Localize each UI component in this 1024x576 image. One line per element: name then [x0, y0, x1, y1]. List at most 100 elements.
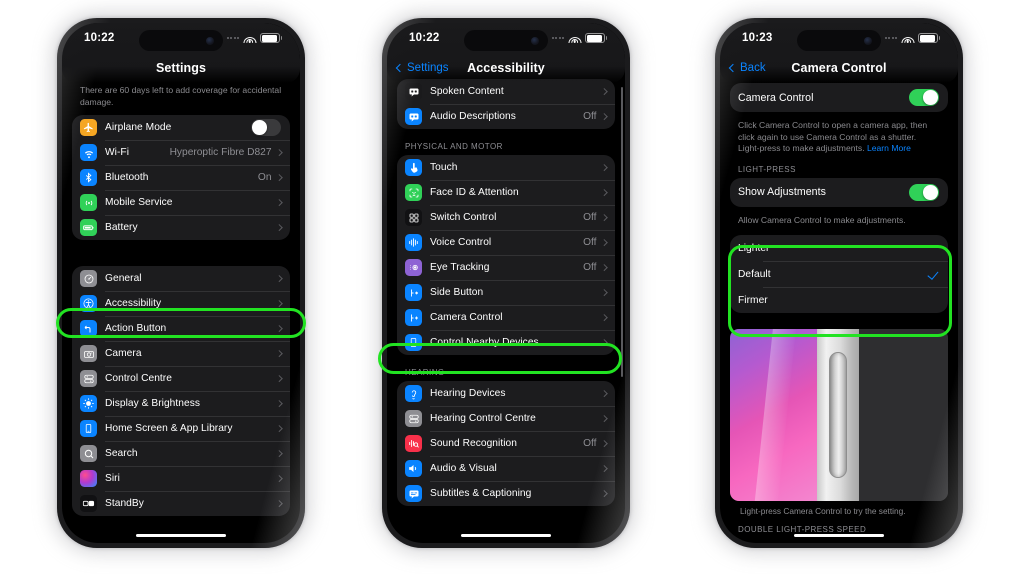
settings-row-airplane-mode[interactable]: Airplane Mode: [72, 115, 290, 140]
camera-control-toggle[interactable]: [909, 88, 939, 107]
camera-control-scroll-content[interactable]: Camera Control Click Camera Control to o…: [720, 23, 958, 543]
pressure-option-lighter[interactable]: Lighter: [730, 235, 948, 261]
general-gear-icon: [80, 270, 97, 288]
coverage-banner: There are 60 days left to add coverage f…: [80, 85, 282, 107]
section-header-double-light-press-speed: DOUBLE LIGHT-PRESS SPEED: [738, 525, 867, 535]
accessibility-row-audio-visual[interactable]: Audio & Visual: [397, 456, 615, 481]
settings-group-connectivity: Airplane Mode Wi-Fi Hyperoptic Fibre D82…: [72, 115, 290, 241]
screenshot-canvas: There are 60 days left to add coverage f…: [0, 0, 1024, 576]
accessibility-row-touch[interactable]: Touch: [397, 155, 615, 180]
chevron-right-icon: [275, 450, 282, 457]
settings-row-control-centre[interactable]: Control Centre: [72, 366, 290, 391]
preview-phone-body: [858, 329, 948, 502]
chevron-right-icon: [275, 500, 282, 507]
accessibility-row-subtitles-captioning[interactable]: Subtitles & Captioning: [397, 481, 615, 506]
chevron-right-icon: [600, 415, 607, 422]
chevron-right-icon: [600, 164, 607, 171]
accessibility-row-switch-control[interactable]: Switch Control Off: [397, 205, 615, 230]
accessibility-row-label: Switch Control: [430, 212, 497, 223]
settings-scroll-content[interactable]: There are 60 days left to add coverage f…: [62, 23, 300, 543]
sidebar-item-camera-control[interactable]: Camera Control: [397, 305, 615, 330]
accessibility-row-label: Spoken Content: [430, 86, 504, 97]
front-camera-icon: [531, 36, 539, 45]
section-header-physical-and-motor: PHYSICAL AND MOTOR: [405, 142, 503, 151]
chevron-right-icon: [600, 440, 607, 447]
show-adjustments-toggle[interactable]: [909, 183, 939, 202]
accessibility-row-audio-descriptions[interactable]: Audio Descriptions Off: [397, 104, 615, 129]
phone-accessibility: Spoken Content Audio Descriptions Off PH…: [378, 18, 630, 548]
accessibility-row-voice-control[interactable]: Voice Control Off: [397, 230, 615, 255]
accessibility-row-face-id[interactable]: Face ID & Attention: [397, 180, 615, 205]
battery-icon: [918, 33, 941, 43]
settings-row-siri[interactable]: Siri: [72, 466, 290, 491]
camera-control-toggle-group: Camera Control: [730, 83, 948, 112]
camera-control-toggle-row[interactable]: Camera Control: [730, 83, 948, 112]
accessibility-row-sound-recognition[interactable]: Sound Recognition Off: [397, 431, 615, 456]
airplane-icon: [80, 119, 97, 137]
settings-row-home-screen[interactable]: Home Screen & App Library: [72, 416, 290, 441]
settings-row-battery[interactable]: Battery: [72, 215, 290, 240]
accessibility-row-label: Sound Recognition: [430, 438, 517, 449]
settings-row-label: Accessibility: [105, 298, 162, 310]
settings-row-value: On: [257, 172, 272, 184]
pressure-option-firmer[interactable]: Firmer: [730, 287, 948, 313]
chevron-right-icon: [600, 314, 607, 321]
settings-row-wifi[interactable]: Wi-Fi Hyperoptic Fibre D827: [72, 140, 290, 165]
control-centre-icon: [80, 370, 97, 388]
settings-row-action-button[interactable]: Action Button: [72, 316, 290, 341]
standby-icon: [80, 495, 97, 513]
accessibility-row-label: Camera Control: [430, 312, 503, 323]
preview-phone-edge: [817, 329, 859, 502]
status-time: 10:22: [409, 32, 440, 44]
battery-icon: [585, 33, 608, 43]
show-adjustments-row[interactable]: Show Adjustments: [730, 178, 948, 207]
wifi-icon: [568, 33, 581, 43]
accessibility-row-hearing-control-centre[interactable]: Hearing Control Centre: [397, 406, 615, 431]
settings-row-label: StandBy: [105, 498, 144, 510]
navigation-bar: Settings Accessibility: [387, 53, 625, 83]
cellular-dots-icon: [884, 37, 897, 39]
accessibility-row-eye-tracking[interactable]: Eye Tracking Off: [397, 255, 615, 280]
settings-row-general[interactable]: General: [72, 266, 290, 291]
hearing-control-centre-icon: [405, 410, 422, 427]
chevron-right-icon: [600, 289, 607, 296]
camera-control-preview[interactable]: [730, 329, 948, 502]
accessibility-row-label: Control Nearby Devices: [430, 337, 539, 348]
settings-row-mobile-service[interactable]: Mobile Service: [72, 190, 290, 215]
settings-row-label: Display & Brightness: [105, 398, 200, 410]
settings-row-standby[interactable]: StandBy: [72, 491, 290, 516]
settings-row-search[interactable]: Search: [72, 441, 290, 466]
status-time: 10:23: [742, 32, 773, 44]
camera-icon: [80, 345, 97, 363]
accessibility-scroll-content[interactable]: Spoken Content Audio Descriptions Off PH…: [387, 23, 625, 543]
pressure-option-default[interactable]: Default: [730, 261, 948, 287]
chevron-right-icon: [600, 214, 607, 221]
chevron-right-icon: [275, 149, 282, 156]
chevron-right-icon: [275, 300, 282, 307]
sidebar-item-accessibility[interactable]: Accessibility: [72, 291, 290, 316]
chevron-right-icon: [275, 325, 282, 332]
accessibility-row-value: Off: [583, 262, 597, 273]
chevron-left-icon: [395, 63, 405, 73]
search-icon: [80, 445, 97, 463]
show-adjustments-label: Show Adjustments: [738, 186, 826, 199]
chevron-right-icon: [275, 400, 282, 407]
chevron-right-icon: [600, 113, 607, 120]
accessibility-row-side-button[interactable]: Side Button: [397, 280, 615, 305]
home-indicator: [794, 534, 884, 537]
learn-more-link[interactable]: Learn More: [867, 143, 911, 153]
settings-row-display-brightness[interactable]: Display & Brightness: [72, 391, 290, 416]
accessibility-row-control-nearby-devices[interactable]: Control Nearby Devices: [397, 330, 615, 355]
airplane-mode-toggle[interactable]: [251, 118, 281, 137]
settings-row-camera[interactable]: Camera: [72, 341, 290, 366]
accessibility-row-hearing-devices[interactable]: Hearing Devices: [397, 381, 615, 406]
back-button[interactable]: Back: [728, 62, 766, 74]
spoken-content-icon: [405, 83, 422, 100]
back-button[interactable]: Settings: [395, 62, 449, 74]
show-adjustments-footnote: Allow Camera Control to make adjustments…: [738, 214, 906, 225]
settings-row-bluetooth[interactable]: Bluetooth On: [72, 165, 290, 190]
home-screen-icon: [80, 420, 97, 438]
audio-visual-icon: [405, 460, 422, 477]
vertical-scrollbar[interactable]: [620, 87, 623, 377]
camera-control-footnote: Click Camera Control to open a camera ap…: [730, 116, 948, 162]
